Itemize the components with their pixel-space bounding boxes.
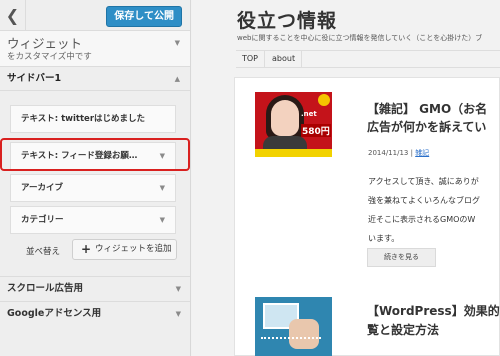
post-list: .net 580円 【雑記】 GMO（お名 広告が何かを訴えてい 2014/11… [234, 77, 500, 356]
widget-item-archive[interactable]: アーカイブ ▼ [10, 174, 176, 202]
post-title-line: 広告が何かを訴えてい [367, 120, 487, 134]
post-date: 2014/11/13 [368, 149, 409, 157]
site-title[interactable]: 役立つ情報 [237, 6, 337, 33]
chevron-left-icon: ❮ [5, 6, 20, 25]
save-and-publish-button[interactable]: 保存して公開 [106, 6, 182, 27]
read-more-button[interactable]: 続きを見る [367, 248, 436, 267]
thumb-text: .net [301, 110, 317, 118]
widget-item-twitter[interactable]: テキスト: twitterはじめました [10, 105, 176, 133]
thumb-face [271, 100, 299, 136]
meta-separator: | [410, 149, 413, 157]
triangle-down-icon[interactable]: ▼ [160, 207, 165, 233]
section-google-adsense[interactable]: Googleアドセンス用 ▼ [0, 301, 190, 326]
widget-item-feed[interactable]: テキスト: フィード登録お願… ▼ [10, 142, 176, 170]
widget-label: テキスト: フィード登録お願… [21, 151, 138, 161]
widget-label: カテゴリー [21, 215, 64, 225]
nav-item-about[interactable]: about [266, 51, 303, 67]
excerpt-line: アクセスして頂き、誠にありが [368, 177, 479, 186]
excerpt-line: 近そこに表示されるGMOのW [368, 215, 476, 224]
thumb-badge [318, 94, 330, 106]
customizer-topbar: ❮ 保存して公開 [0, 0, 190, 31]
add-widget-label: ウィジェットを追加 [95, 244, 172, 254]
triangle-down-icon[interactable]: ▼ [175, 39, 180, 47]
widgets-panel-header[interactable]: ウィジェット をカスタマイズ中です ▼ [0, 31, 190, 67]
post-excerpt: アクセスして頂き、誠にありが 強を兼ねてよくいろんなブログ 近そこに表示されるG… [368, 172, 500, 248]
post-title-line: 【WordPress】効果的 [367, 304, 500, 318]
triangle-down-icon[interactable]: ▼ [160, 175, 165, 201]
triangle-down-icon: ▼ [175, 285, 181, 293]
thumb-strip [255, 149, 332, 157]
post-title-line: 覧と設定方法 [367, 323, 440, 337]
post-thumbnail[interactable] [255, 297, 332, 356]
excerpt-line: います。 [368, 234, 400, 243]
site-nav: TOP about [236, 50, 500, 68]
post-thumbnail[interactable]: .net 580円 [255, 92, 332, 157]
panel-subtitle: をカスタマイズ中です [7, 52, 92, 62]
back-button[interactable]: ❮ [0, 0, 26, 31]
post-category-link[interactable]: 雑記 [415, 149, 429, 157]
triangle-down-icon: ▼ [175, 310, 181, 318]
post-meta: 2014/11/13 | 雑記 [368, 148, 429, 158]
widget-label: テキスト: twitterはじめました [21, 114, 146, 124]
sidebar1-section-header[interactable]: サイドバー1 ▲ [0, 67, 190, 91]
post-title[interactable]: 【WordPress】効果的 覧と設定方法 [367, 302, 500, 340]
widget-item-category[interactable]: カテゴリー ▼ [10, 206, 176, 234]
widget-label: アーカイブ [21, 183, 63, 193]
section-label: Googleアドセンス用 [7, 308, 102, 319]
panel-title: ウィジェット [7, 36, 83, 51]
plus-icon: + [81, 242, 92, 256]
post-title-line: 【雑記】 GMO（お名 [367, 102, 488, 116]
reorder-link[interactable]: 並べ替え [26, 245, 60, 257]
nav-item-top[interactable]: TOP [236, 51, 266, 67]
section-label: スクロール広告用 [7, 283, 84, 294]
site-preview: 役立つ情報 webに関することを中心に役に立つ情報を発信していく（ことを心掛けた… [192, 0, 500, 356]
post-title[interactable]: 【雑記】 GMO（お名 広告が何かを訴えてい [367, 100, 500, 136]
triangle-up-icon[interactable]: ▲ [175, 67, 180, 91]
section-scroll-ads[interactable]: スクロール広告用 ▼ [0, 276, 190, 301]
thumb-price: 580円 [301, 124, 331, 137]
triangle-down-icon[interactable]: ▼ [160, 143, 165, 169]
excerpt-line: 強を兼ねてよくいろんなブログ [368, 196, 480, 205]
thumb-dots [261, 337, 321, 351]
customizer-sidebar: ❮ 保存して公開 ウィジェット をカスタマイズ中です ▼ サイドバー1 ▲ テキ… [0, 0, 191, 356]
site-description: webに関することを中心に役に立つ情報を発信していく（ことを心掛けた）ブ [237, 34, 483, 42]
add-widget-button[interactable]: + ウィジェットを追加 [72, 239, 177, 260]
section-title: サイドバー1 [7, 73, 62, 84]
